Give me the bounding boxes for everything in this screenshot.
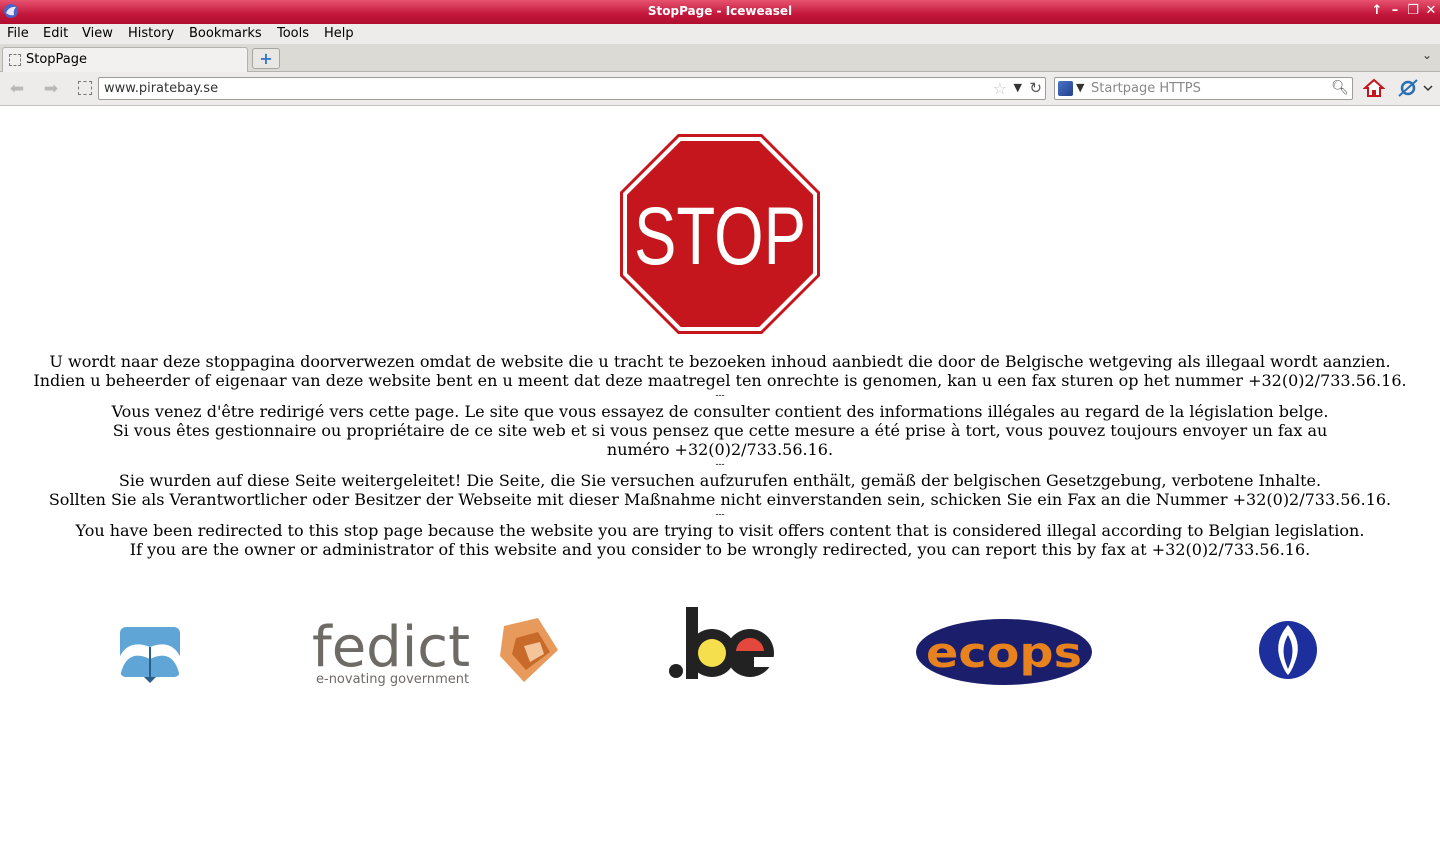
stop-sign-icon: STOP <box>620 134 820 334</box>
svg-text:ecops: ecops <box>926 628 1082 677</box>
search-engine-icon[interactable] <box>1058 81 1073 96</box>
ecops-logo: ecops <box>916 619 1092 685</box>
separator: --- <box>715 391 725 401</box>
back-arrow-icon[interactable]: ⬅ <box>6 78 28 100</box>
menubar: File Edit View History Bookmarks Tools H… <box>0 24 1440 44</box>
separator: --- <box>715 460 725 470</box>
menu-bookmarks[interactable]: Bookmarks <box>189 26 262 41</box>
menu-view[interactable]: View <box>82 26 113 41</box>
url-text[interactable]: www.piratebay.se <box>104 81 218 96</box>
search-engine-dropdown-icon[interactable]: ▼ <box>1076 81 1084 94</box>
maximize-icon[interactable]: ❐ <box>1405 3 1421 19</box>
page-favicon-icon <box>9 54 21 66</box>
bookmark-star-icon[interactable]: ☆ <box>993 79 1007 98</box>
search-magnifier-icon[interactable]: 🔍︎ <box>1331 80 1349 96</box>
notice-de-line-1: Sie wurden auf diese Seite weitergeleite… <box>118 471 1322 490</box>
dotbe-logo <box>669 607 776 679</box>
close-icon[interactable]: ✕ <box>1423 3 1439 19</box>
notice-nl-line-1: U wordt naar deze stoppagina doorverweze… <box>49 352 1391 371</box>
menu-file[interactable]: File <box>7 26 29 41</box>
fedict-logo: fedict e-novating government <box>312 615 558 687</box>
page-content: STOP U wordt naar deze stoppagina doorve… <box>0 107 1440 857</box>
notice-fr-line-1: Vous venez d'être redirigé vers cette pa… <box>111 402 1329 421</box>
notice-de-line-2: Sollten Sie als Verantwortlicher oder Be… <box>48 490 1392 509</box>
url-bar[interactable]: www.piratebay.se ☆ ▼ ↻ <box>98 77 1046 100</box>
menu-help[interactable]: Help <box>324 26 354 41</box>
tab-label: StopPage <box>26 52 88 67</box>
navigation-toolbar: ⬅ ➡ www.piratebay.se ☆ ▼ ↻ ▼ Startpage H… <box>0 72 1440 106</box>
tabbar: StopPage + ⌄ <box>0 44 1440 73</box>
notice-en-line-1: You have been redirected to this stop pa… <box>75 521 1365 540</box>
svg-text:e-novating government: e-novating government <box>316 672 469 687</box>
home-icon[interactable] <box>1363 77 1385 99</box>
stop-sign-text: STOP <box>634 191 806 282</box>
site-identity-icon[interactable] <box>78 81 92 95</box>
search-input[interactable]: Startpage HTTPS <box>1091 81 1201 96</box>
separator: --- <box>715 510 725 520</box>
notice-nl-line-2: Indien u beheerder of eigenaar van deze … <box>33 371 1407 390</box>
federal-police-logo <box>1259 621 1317 679</box>
window-titlebar: StopPage - Iceweasel ↑ – ❐ ✕ <box>0 0 1440 24</box>
notice-en-line-2: If you are the owner or administrator of… <box>129 540 1311 559</box>
menu-tools[interactable]: Tools <box>277 26 309 41</box>
forward-arrow-icon[interactable]: ➡ <box>40 78 62 100</box>
window-title: StopPage - Iceweasel <box>647 4 793 18</box>
reload-icon[interactable]: ↻ <box>1029 79 1042 97</box>
window-up-icon[interactable]: ↑ <box>1369 3 1385 19</box>
url-history-dropdown-icon[interactable]: ▼ <box>1014 81 1022 94</box>
minimize-icon[interactable]: – <box>1387 3 1403 19</box>
search-bar[interactable]: ▼ Startpage HTTPS 🔍︎ <box>1054 77 1353 100</box>
menu-edit[interactable]: Edit <box>43 26 68 41</box>
svg-text:fedict: fedict <box>312 615 470 680</box>
menu-history[interactable]: History <box>128 26 174 41</box>
tab-stoppage[interactable]: StopPage <box>2 47 248 73</box>
new-tab-button[interactable]: + <box>252 48 280 69</box>
notice-fr-line-2: Si vous êtes gestionnaire ou propriétair… <box>112 421 1328 459</box>
addon-toolbar-icon[interactable] <box>1396 77 1434 99</box>
ministry-logo <box>114 627 186 683</box>
redirect-notice: U wordt naar deze stoppagina doorverweze… <box>20 352 1420 559</box>
tab-list-chevron-icon[interactable]: ⌄ <box>1422 48 1432 62</box>
